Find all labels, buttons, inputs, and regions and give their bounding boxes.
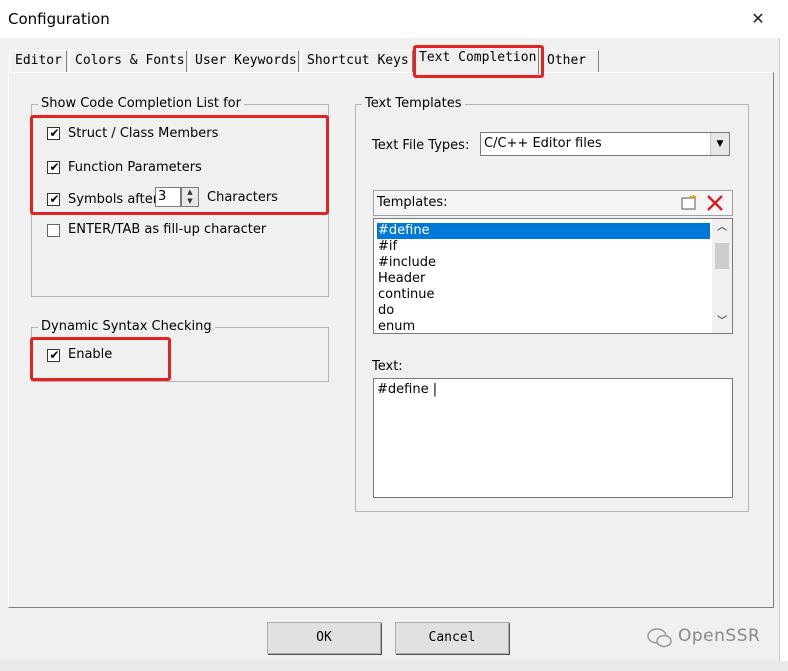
list-item[interactable]: enum [377,319,710,333]
chevron-down-icon[interactable]: ﹀ [712,315,732,329]
symbols-after-stepper[interactable]: ▲ ▼ [181,187,199,207]
templates-scrollbar[interactable]: ︿ ﹀ [712,219,732,333]
templates-header: Templates: [373,190,733,216]
templates-list[interactable]: #define #if #include Header continue do … [373,218,733,334]
cancel-button[interactable]: Cancel [395,622,509,654]
chevron-up-icon[interactable]: ▲ [182,188,198,197]
window-edge [780,0,788,671]
window-title: Configuration [8,10,110,28]
file-types-value: C/C++ Editor files [484,136,602,151]
checkmark-icon: ✔ [49,126,60,140]
file-types-select[interactable]: C/C++ Editor files ▼ [480,132,730,156]
tab-user-keywords[interactable]: User Keywords [189,50,299,72]
scrollbar-thumb[interactable] [715,243,729,269]
dropdown-arrow-icon[interactable]: ▼ [710,133,729,155]
chevron-up-icon[interactable]: ︿ [712,221,732,235]
checkmark-icon: ✔ [49,192,60,206]
template-text-area[interactable]: #define | [373,378,733,498]
file-types-label: Text File Types: [372,138,470,153]
symbols-after-input[interactable]: 3 [155,187,181,207]
struct-class-members-checkbox[interactable]: ✔ [47,126,60,140]
window-bottom-edge [0,661,788,671]
tab-text-completion[interactable]: Text Completion [413,47,539,74]
function-parameters-label: Function Parameters [68,160,202,175]
symbols-after-checkbox[interactable]: ✔ [47,192,60,206]
ok-button[interactable]: OK [267,622,381,654]
tab-editor[interactable]: Editor [9,50,67,72]
struct-class-members-label: Struct / Class Members [68,126,219,141]
text-templates-group-label: Text Templates [362,96,465,111]
list-item[interactable]: #include [377,255,710,271]
tab-other[interactable]: Other [541,50,599,72]
title-bar: Configuration ✕ [0,0,788,38]
checkmark-icon: ✔ [49,160,60,174]
tab-shortcut-keys[interactable]: Shortcut Keys [301,50,413,72]
syntax-checking-group-label: Dynamic Syntax Checking [38,319,215,334]
delete-template-icon[interactable] [704,194,726,212]
text-label: Text: [372,359,403,374]
close-button[interactable]: ✕ [744,6,772,32]
function-parameters-checkbox[interactable]: ✔ [47,160,60,174]
new-template-icon[interactable] [679,194,699,212]
list-item[interactable]: #define [377,223,710,239]
list-item[interactable]: do [377,303,710,319]
enable-syntax-checking-checkbox[interactable]: ✔ [47,348,60,362]
characters-label: Characters [207,190,278,205]
enter-tab-fillup-label: ENTER/TAB as fill-up character [68,222,267,237]
enable-syntax-checking-label: Enable [68,347,113,362]
watermark-text: OpenSSR [678,626,761,646]
list-item[interactable]: continue [377,287,710,303]
symbols-after-label: Symbols after [68,192,159,207]
list-item[interactable]: Header [377,271,710,287]
enter-tab-fillup-checkbox[interactable] [47,224,60,237]
code-completion-group-label: Show Code Completion List for [38,96,244,111]
chevron-down-icon[interactable]: ▼ [182,197,198,206]
list-item[interactable]: #if [377,239,710,255]
templates-label: Templates: [377,195,448,210]
watermark: OpenSSR [640,624,780,652]
tab-colors-fonts[interactable]: Colors & Fonts [69,50,187,72]
wechat-icon [646,627,674,649]
checkmark-icon: ✔ [49,348,60,362]
